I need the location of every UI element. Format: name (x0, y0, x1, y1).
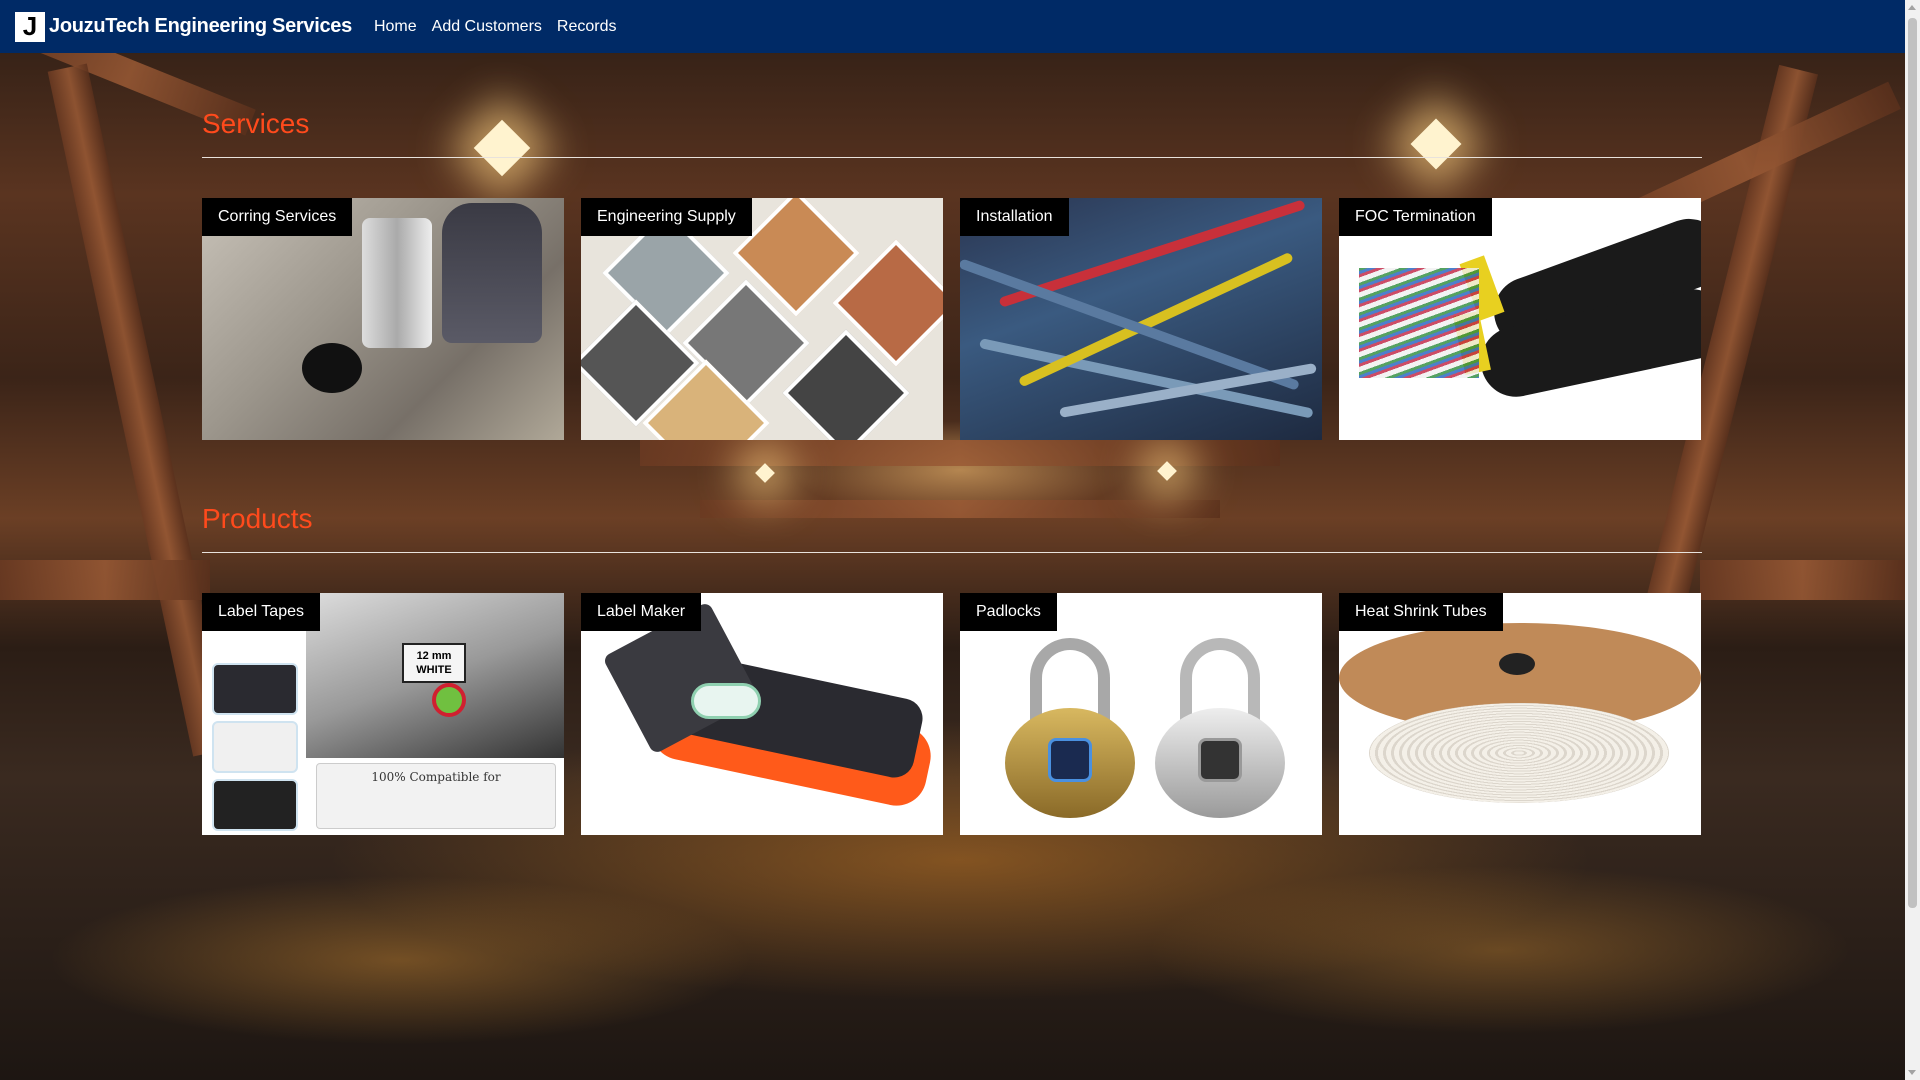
scroll-up-arrow-icon[interactable] (1908, 5, 1916, 10)
tape-color-text: WHITE (416, 664, 452, 676)
card-label: Engineering Supply (581, 198, 752, 236)
services-divider (202, 157, 1702, 158)
services-heading: Services (202, 108, 310, 139)
product-card-heat-shrink-tubes[interactable]: Heat Shrink Tubes (1339, 593, 1701, 835)
card-label: Label Maker (581, 593, 702, 631)
card-label: Corring Services (202, 198, 353, 236)
nav-records[interactable]: Records (557, 18, 617, 36)
nav-add-customers[interactable]: Add Customers (432, 18, 542, 36)
card-label: Label Tapes (202, 593, 320, 631)
card-label: Heat Shrink Tubes (1339, 593, 1503, 631)
scrollbar-thumb[interactable] (1908, 18, 1917, 908)
card-label: Installation (960, 198, 1069, 236)
service-card-installation[interactable]: Installation (960, 198, 1322, 440)
brand-name: JouzuTech Engineering Services (49, 15, 352, 37)
product-card-padlocks[interactable]: Padlocks (960, 593, 1322, 835)
products-divider (202, 552, 1702, 553)
tape-compat-note: 100% Compatible for (316, 763, 556, 829)
scroll-down-arrow-icon[interactable] (1908, 1070, 1916, 1075)
card-label: FOC Termination (1339, 198, 1492, 236)
products-heading: Products (202, 503, 313, 534)
top-navbar: J JouzuTech Engineering Services Home Ad… (0, 0, 1905, 53)
brand-link[interactable]: J JouzuTech Engineering Services (15, 11, 374, 42)
brand-logo-icon: J (15, 11, 45, 42)
nav-home[interactable]: Home (374, 18, 417, 36)
tape-size-text: 12 mm (416, 650, 452, 662)
service-card-foc-termination[interactable]: FOC Termination (1339, 198, 1701, 440)
product-card-label-maker[interactable]: Label Maker (581, 593, 943, 835)
product-card-label-tapes[interactable]: Label Tapes 12 mm WHITE 100% Compatible … (202, 593, 564, 835)
service-card-engineering-supply[interactable]: Engineering Supply (581, 198, 943, 440)
card-label: Padlocks (960, 593, 1057, 631)
service-card-corring[interactable]: Corring Services (202, 198, 564, 440)
background-image (0, 0, 1920, 1080)
page-scrollbar[interactable] (1905, 0, 1920, 1080)
